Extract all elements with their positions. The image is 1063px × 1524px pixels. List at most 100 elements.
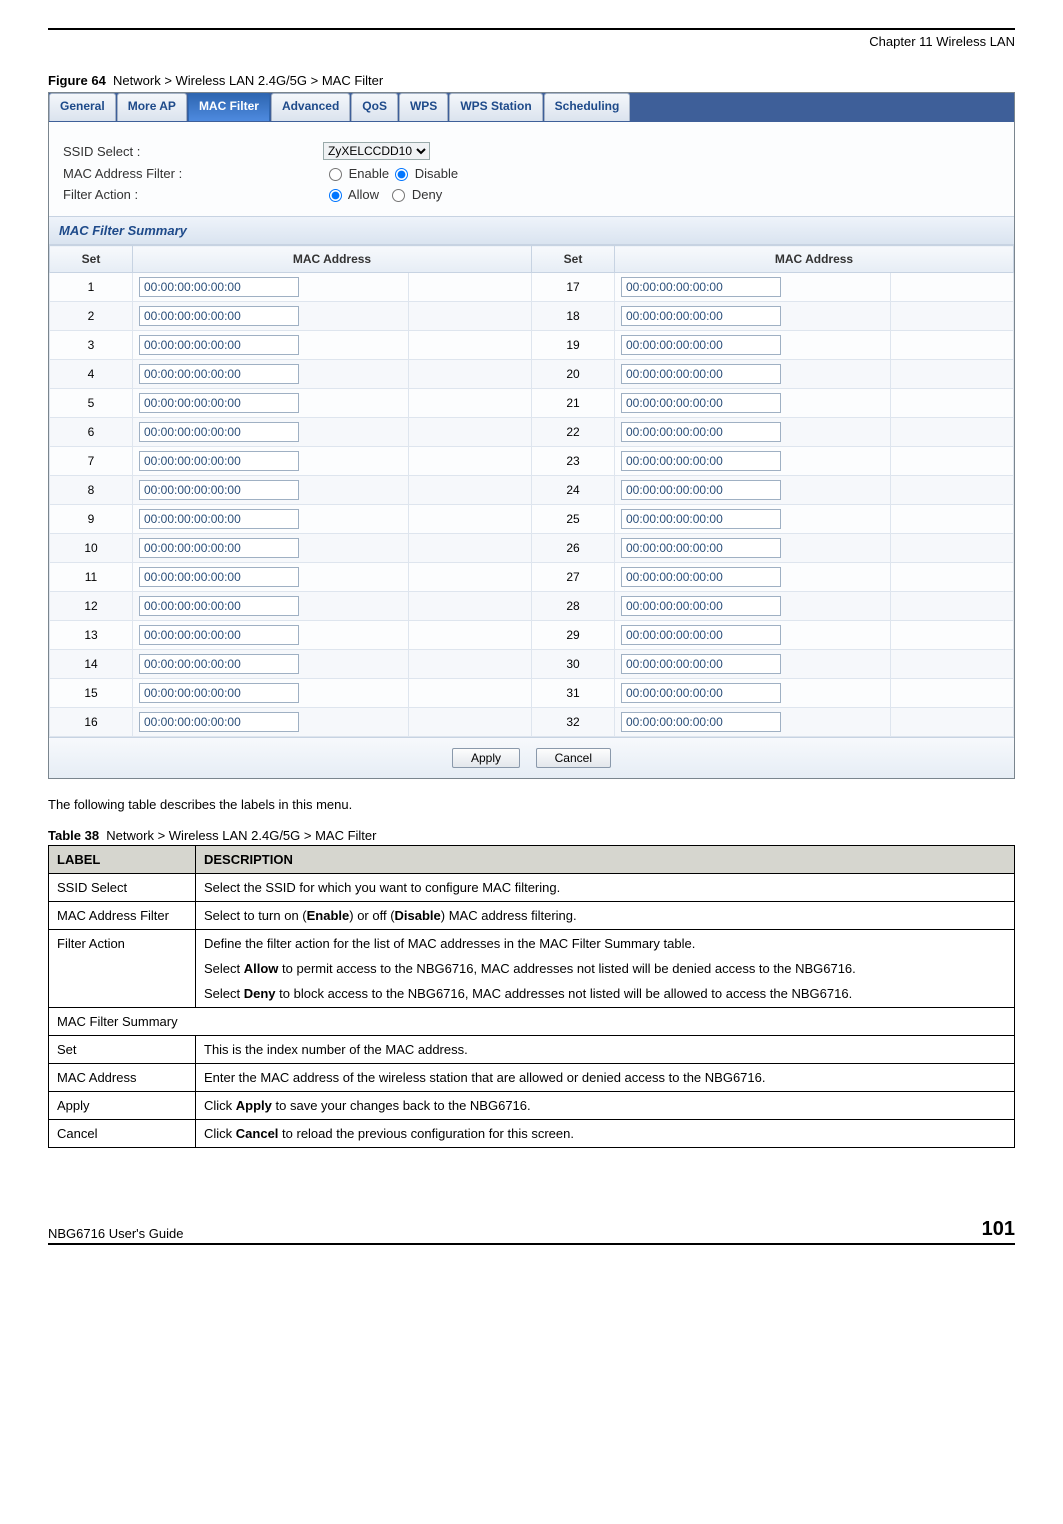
mac-filter-enable[interactable]: Enable: [323, 166, 389, 181]
mac-input[interactable]: [621, 567, 781, 587]
mac-input[interactable]: [621, 712, 781, 732]
set-index: 20: [532, 360, 615, 389]
mac-input[interactable]: [621, 393, 781, 413]
filter-action-deny[interactable]: Deny: [386, 187, 442, 202]
set-index: 29: [532, 621, 615, 650]
table-row: Filter ActionDefine the filter action fo…: [49, 930, 1015, 1008]
mac-input[interactable]: [621, 277, 781, 297]
set-index: 7: [50, 447, 133, 476]
tab-scheduling[interactable]: Scheduling: [544, 93, 631, 121]
mac-input[interactable]: [139, 596, 299, 616]
table-row: 723: [50, 447, 1014, 476]
mac-input[interactable]: [621, 683, 781, 703]
mac-input[interactable]: [621, 422, 781, 442]
set-index: 11: [50, 563, 133, 592]
ssid-select[interactable]: ZyXELCCDD10: [323, 142, 430, 160]
mac-input[interactable]: [621, 538, 781, 558]
set-index: 21: [532, 389, 615, 418]
set-index: 10: [50, 534, 133, 563]
mac-input[interactable]: [139, 451, 299, 471]
mac-input[interactable]: [621, 364, 781, 384]
mac-input[interactable]: [621, 451, 781, 471]
table-row: 1127: [50, 563, 1014, 592]
table-row: 117: [50, 273, 1014, 302]
mac-input[interactable]: [139, 306, 299, 326]
table-row: 420: [50, 360, 1014, 389]
tab-more-ap[interactable]: More AP: [117, 93, 187, 121]
figure-caption: Figure 64 Network > Wireless LAN 2.4G/5G…: [48, 73, 1015, 88]
mac-input[interactable]: [139, 277, 299, 297]
mac-input[interactable]: [139, 712, 299, 732]
mac-input[interactable]: [139, 335, 299, 355]
mac-filter-summary-header: MAC Filter Summary: [49, 216, 1014, 245]
tab-wps[interactable]: WPS: [399, 93, 448, 121]
table-row: 622: [50, 418, 1014, 447]
table-row: SetThis is the index number of the MAC a…: [49, 1036, 1015, 1064]
set-index: 31: [532, 679, 615, 708]
tab-qos[interactable]: QoS: [351, 93, 398, 121]
mac-input[interactable]: [139, 422, 299, 442]
col-set-2: Set: [532, 246, 615, 273]
desc-text: Click Cancel to reload the previous conf…: [196, 1120, 1015, 1148]
desc-label: MAC Address Filter: [49, 902, 196, 930]
mac-filter-label: MAC Address Filter :: [63, 166, 323, 181]
mac-input[interactable]: [621, 596, 781, 616]
table-row: 5 21: [50, 389, 1014, 418]
mac-input[interactable]: [139, 625, 299, 645]
mac-input[interactable]: [139, 480, 299, 500]
tab-advanced[interactable]: Advanced: [271, 93, 350, 121]
table-row: MAC AddressEnter the MAC address of the …: [49, 1064, 1015, 1092]
tab-mac-filter[interactable]: MAC Filter: [188, 93, 270, 121]
mac-input[interactable]: [621, 306, 781, 326]
description-table: LABEL DESCRIPTION SSID SelectSelect the …: [48, 845, 1015, 1148]
mac-input[interactable]: [139, 364, 299, 384]
mac-filter-disable[interactable]: Disable: [389, 166, 458, 181]
desc-label: Filter Action: [49, 930, 196, 1008]
set-index: 9: [50, 505, 133, 534]
filter-action-allow[interactable]: Allow: [323, 187, 379, 202]
mac-input[interactable]: [139, 683, 299, 703]
mac-input[interactable]: [139, 509, 299, 529]
mac-input[interactable]: [621, 625, 781, 645]
tab-wps-station[interactable]: WPS Station: [449, 93, 542, 121]
set-index: 24: [532, 476, 615, 505]
set-index: 3: [50, 331, 133, 360]
mac-input[interactable]: [621, 480, 781, 500]
table-row: CancelClick Cancel to reload the previou…: [49, 1120, 1015, 1148]
table-row: 8 24: [50, 476, 1014, 505]
mac-input[interactable]: [139, 393, 299, 413]
col-set: Set: [50, 246, 133, 273]
table-row: 1531: [50, 679, 1014, 708]
desc-text: Select to turn on (Enable) or off (Disab…: [196, 902, 1015, 930]
desc-label: MAC Address: [49, 1064, 196, 1092]
mac-input[interactable]: [621, 654, 781, 674]
set-index: 5: [50, 389, 133, 418]
set-index: 32: [532, 708, 615, 737]
tab-general[interactable]: General: [49, 93, 116, 121]
page-number: 101: [982, 1218, 1015, 1241]
set-index: 30: [532, 650, 615, 679]
set-index: 1: [50, 273, 133, 302]
mac-input[interactable]: [621, 335, 781, 355]
table-row: SSID SelectSelect the SSID for which you…: [49, 874, 1015, 902]
desc-text: Click Apply to save your changes back to…: [196, 1092, 1015, 1120]
mac-input[interactable]: [139, 654, 299, 674]
set-index: 28: [532, 592, 615, 621]
desc-text: This is the index number of the MAC addr…: [196, 1036, 1015, 1064]
mac-input[interactable]: [139, 567, 299, 587]
cancel-button[interactable]: Cancel: [536, 748, 611, 768]
table-row: 218: [50, 302, 1014, 331]
desc-text: Enter the MAC address of the wireless st…: [196, 1064, 1015, 1092]
desc-text: Define the filter action for the list of…: [196, 930, 1015, 1008]
mac-input[interactable]: [621, 509, 781, 529]
col-mac: MAC Address: [133, 246, 532, 273]
mac-input[interactable]: [139, 538, 299, 558]
set-index: 8: [50, 476, 133, 505]
apply-button[interactable]: Apply: [452, 748, 520, 768]
table-row: 1228: [50, 592, 1014, 621]
table-row: 1430: [50, 650, 1014, 679]
table-caption: Table 38 Network > Wireless LAN 2.4G/5G …: [48, 828, 1015, 843]
set-index: 16: [50, 708, 133, 737]
table-row: 925: [50, 505, 1014, 534]
set-index: 15: [50, 679, 133, 708]
